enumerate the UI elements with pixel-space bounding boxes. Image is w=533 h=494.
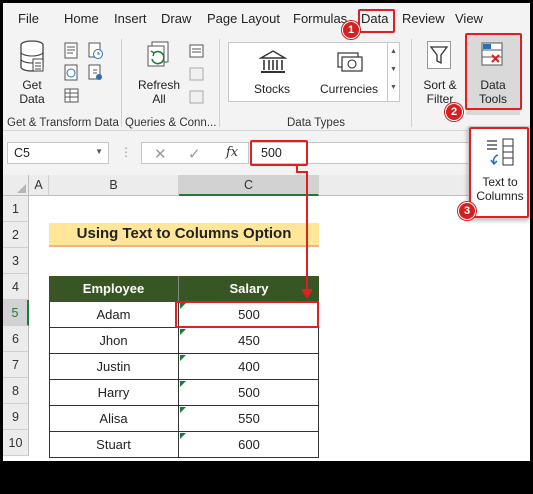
- error-indicator: [180, 329, 186, 335]
- table-row-employee[interactable]: Adam: [49, 302, 179, 328]
- sheet-title[interactable]: Using Text to Columns Option: [49, 223, 319, 247]
- table-row-salary[interactable]: 400: [179, 354, 319, 380]
- step-badge-2: 2: [445, 103, 463, 121]
- stocks-bank-icon: [259, 50, 287, 73]
- more-icon[interactable]: ▼: [388, 79, 399, 97]
- group-label-data-types: Data Types: [287, 117, 345, 129]
- table-row-salary[interactable]: 600: [179, 432, 319, 458]
- refresh-all-label: Refresh All: [137, 78, 181, 106]
- more-options-icon[interactable]: ⋮: [120, 145, 132, 159]
- select-all-corner[interactable]: [3, 175, 29, 196]
- scroll-down-icon[interactable]: ▼: [388, 61, 399, 79]
- error-indicator: [180, 355, 186, 361]
- formula-buttons: ✕ ✓ fx: [141, 142, 249, 164]
- ribbon-tabs: File Home Insert Draw Page Layout Formul…: [3, 3, 530, 34]
- existing-connections-icon[interactable]: [88, 64, 104, 82]
- table-row-employee[interactable]: Alisa: [49, 406, 179, 432]
- row-header-9[interactable]: 9: [3, 404, 29, 430]
- column-header-b[interactable]: B: [49, 175, 179, 196]
- arrow-annotation: [296, 166, 313, 299]
- step-badge-3: 3: [458, 202, 476, 220]
- error-indicator: [180, 433, 186, 439]
- insert-function-icon[interactable]: fx: [226, 145, 238, 160]
- tab-page-layout[interactable]: Page Layout: [207, 11, 280, 26]
- name-box[interactable]: C5 ▼: [7, 142, 109, 164]
- refresh-all-button[interactable]: Refresh All: [133, 35, 183, 115]
- row-header-8[interactable]: 8: [3, 378, 29, 404]
- table-row-employee[interactable]: Stuart: [49, 432, 179, 458]
- tab-review[interactable]: Review: [402, 11, 445, 26]
- data-tab-highlight: [358, 9, 395, 33]
- table-header-employee[interactable]: Employee: [49, 276, 179, 302]
- data-tools-highlight: [465, 33, 522, 110]
- get-data-label: Get Data: [19, 78, 45, 106]
- ribbon-separator: [219, 39, 220, 127]
- get-data-button[interactable]: Get Data: [9, 35, 55, 115]
- currencies-label: Currencies: [319, 82, 379, 96]
- error-indicator: [180, 381, 186, 387]
- filter-funnel-icon: [427, 41, 451, 69]
- tab-view[interactable]: View: [455, 11, 483, 26]
- data-types-scroll[interactable]: ▲ ▼ ▼: [387, 42, 400, 102]
- tab-home[interactable]: Home: [64, 11, 99, 26]
- stocks-button[interactable]: Stocks: [237, 45, 307, 101]
- sort-filter-label: Sort & Filter: [423, 78, 457, 106]
- recent-sources-icon[interactable]: [88, 42, 104, 60]
- error-indicator: [180, 407, 186, 413]
- from-web-icon[interactable]: [64, 64, 80, 82]
- worksheet-grid: A B C 1 2 3 4 5 6 7 8 9 10 Using Text to…: [3, 175, 530, 461]
- row-header-3[interactable]: 3: [3, 248, 29, 274]
- queries-connections-icon[interactable]: [189, 43, 205, 59]
- tab-file[interactable]: File: [18, 11, 39, 26]
- step-badge-1: 1: [342, 21, 360, 39]
- data-types-gallery: Stocks Currencies: [228, 42, 400, 102]
- enter-check-icon[interactable]: ✓: [188, 145, 201, 163]
- refresh-icon: [147, 41, 169, 67]
- tab-formulas[interactable]: Formulas: [293, 11, 347, 26]
- row-header-4[interactable]: 4: [3, 274, 29, 300]
- row-header-5[interactable]: 5: [3, 300, 29, 326]
- row-header-10[interactable]: 10: [3, 430, 29, 456]
- database-icon: [20, 40, 44, 72]
- name-box-value: C5: [14, 146, 30, 160]
- currencies-icon: [337, 52, 363, 72]
- row-header-1[interactable]: 1: [3, 196, 29, 222]
- from-text-icon[interactable]: [64, 42, 80, 60]
- table-row-salary[interactable]: 450: [179, 328, 319, 354]
- properties-icon[interactable]: [189, 66, 205, 82]
- ribbon-separator: [121, 39, 122, 127]
- row-header-6[interactable]: 6: [3, 326, 29, 352]
- table-row-salary[interactable]: 500: [179, 380, 319, 406]
- table-row-salary[interactable]: 550: [179, 406, 319, 432]
- edit-links-icon[interactable]: [189, 89, 205, 105]
- row-header-7[interactable]: 7: [3, 352, 29, 378]
- column-header-a[interactable]: A: [29, 175, 49, 196]
- table-row-employee[interactable]: Justin: [49, 354, 179, 380]
- group-label-queries: Queries & Conn...: [125, 117, 217, 129]
- table-row-employee[interactable]: Jhon: [49, 328, 179, 354]
- text-to-columns-highlight: [469, 127, 529, 218]
- scroll-up-icon[interactable]: ▲: [388, 43, 399, 61]
- from-table-icon[interactable]: [64, 87, 80, 105]
- table-row-employee[interactable]: Harry: [49, 380, 179, 406]
- ribbon-separator: [411, 39, 412, 127]
- cancel-x-icon[interactable]: ✕: [154, 145, 167, 163]
- excel-window: File Home Insert Draw Page Layout Formul…: [3, 3, 530, 461]
- tab-insert[interactable]: Insert: [114, 11, 147, 26]
- group-label-get-transform: Get & Transform Data: [7, 117, 119, 129]
- tab-draw[interactable]: Draw: [161, 11, 191, 26]
- stocks-label: Stocks: [253, 82, 290, 96]
- chevron-down-icon[interactable]: ▼: [95, 147, 103, 156]
- formula-value-highlight: [250, 140, 308, 166]
- currencies-button[interactable]: Currencies: [313, 45, 385, 101]
- row-header-2[interactable]: 2: [3, 222, 29, 248]
